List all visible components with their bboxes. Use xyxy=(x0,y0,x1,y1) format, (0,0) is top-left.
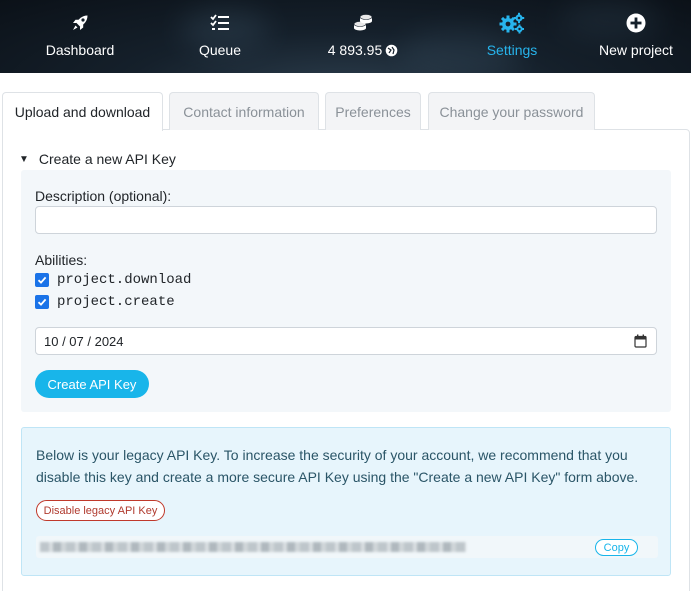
disable-legacy-key-button[interactable]: Disable legacy API Key xyxy=(36,500,165,521)
legacy-key-alert: Below is your legacy API Key. To increas… xyxy=(21,427,671,576)
tab-label: Change your password xyxy=(439,103,584,120)
expiry-date-input[interactable]: 10 / 07 / 2024 xyxy=(35,327,657,355)
checkbox-checked[interactable] xyxy=(35,295,49,309)
coins-icon xyxy=(352,12,374,34)
rocket-icon xyxy=(70,12,90,34)
expiry-date-value: 10 / 07 / 2024 xyxy=(44,333,124,349)
legacy-key-message: Below is your legacy API Key. To increas… xyxy=(36,447,639,485)
tab-contact-information[interactable]: Contact information xyxy=(169,92,319,130)
tab-label: Contact information xyxy=(183,103,305,120)
balance-amount: 4 893.95 xyxy=(327,42,383,58)
nav-settings[interactable]: Settings xyxy=(480,0,544,73)
nav-balance-row: 4 893.95 xyxy=(328,42,399,58)
nav-queue-label: Queue xyxy=(198,42,242,58)
nav-new-project-label: New project xyxy=(599,42,673,58)
copy-button[interactable]: Copy xyxy=(595,539,638,556)
check-icon xyxy=(37,298,47,306)
tab-preferences[interactable]: Preferences xyxy=(325,92,421,130)
abilities-label: Abilities: xyxy=(35,252,88,268)
nav-balance[interactable]: 4 893.95 xyxy=(318,0,408,73)
ability-project-create[interactable]: project.create xyxy=(35,294,175,310)
disclosure-triangle-icon: ▼ xyxy=(19,153,29,165)
description-input[interactable] xyxy=(35,206,657,234)
tab-upload-and-download[interactable]: Upload and download xyxy=(2,92,163,131)
ability-label: project.create xyxy=(57,294,175,310)
nav-dashboard[interactable]: Dashboard xyxy=(36,0,124,73)
tab-label: Preferences xyxy=(335,103,411,120)
calendar-icon[interactable] xyxy=(634,334,647,351)
legacy-key-field: Copy xyxy=(36,536,658,558)
checkbox-checked[interactable] xyxy=(35,273,49,287)
create-api-key-button[interactable]: Create API Key xyxy=(35,370,149,398)
settings-tabs: Upload and download Contact information … xyxy=(0,92,691,131)
redacted-api-key xyxy=(40,542,466,552)
cogs-icon xyxy=(499,12,525,34)
tab-change-password[interactable]: Change your password xyxy=(428,92,595,130)
nav-new-project[interactable]: New project xyxy=(594,0,678,73)
tab-label: Upload and download xyxy=(14,104,151,120)
top-navigation: Dashboard Queue 4 893.95 Settings New pr… xyxy=(0,0,691,73)
create-api-key-summary[interactable]: ▼ Create a new API Key xyxy=(19,151,176,167)
description-label: Description (optional): xyxy=(35,188,172,204)
ability-project-download[interactable]: project.download xyxy=(35,272,191,288)
nav-dashboard-label: Dashboard xyxy=(45,42,115,58)
check-icon xyxy=(37,276,47,284)
plus-circle-icon xyxy=(626,12,646,34)
task-list-icon xyxy=(210,12,230,34)
summary-label: Create a new API Key xyxy=(38,151,176,167)
ability-label: project.download xyxy=(57,272,192,288)
currency-icon xyxy=(385,44,398,57)
nav-queue[interactable]: Queue xyxy=(190,0,250,73)
nav-settings-label: Settings xyxy=(486,42,538,58)
